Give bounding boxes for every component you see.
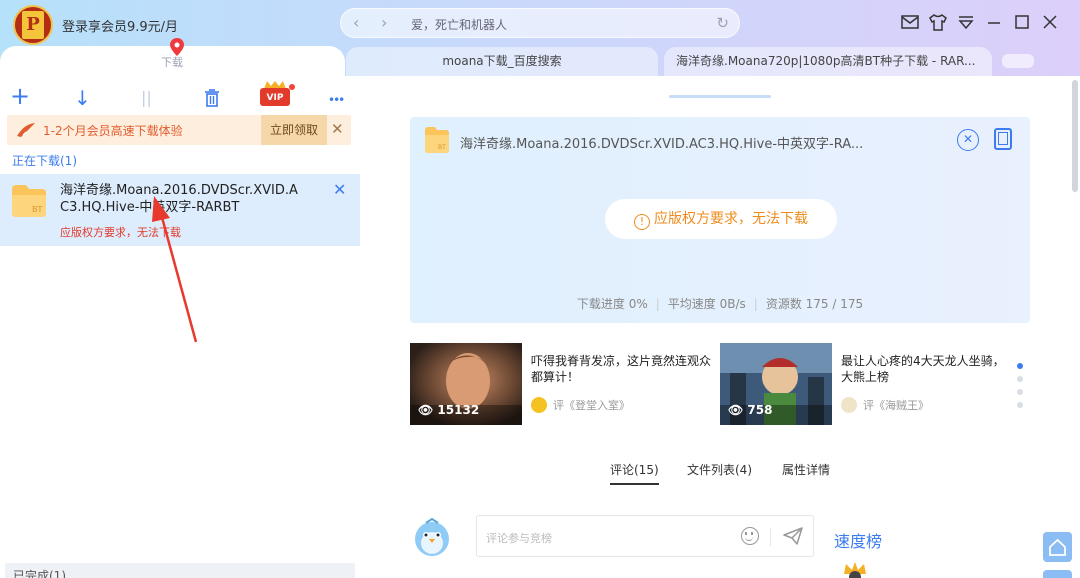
annotation-arrow-icon bbox=[152, 196, 198, 343]
resources-stat: 资源数 175 / 175 bbox=[765, 297, 864, 311]
new-tab-button[interactable] bbox=[1002, 54, 1034, 68]
close-window-icon[interactable] bbox=[1040, 12, 1060, 32]
speed-stat: 平均速度 0B/s bbox=[667, 297, 746, 311]
tab-download-label: 下载 bbox=[161, 56, 183, 69]
task-stats: 下载进度 0% | 平均速度 0B/s | 资源数 175 / 175 bbox=[576, 297, 864, 311]
vip-notification-dot bbox=[289, 84, 295, 90]
completed-section[interactable]: 已完成(1) bbox=[5, 563, 355, 578]
mail-icon[interactable] bbox=[900, 12, 920, 32]
source-avatar-icon bbox=[841, 397, 857, 413]
send-icon[interactable] bbox=[783, 527, 803, 545]
tab-moana-page[interactable]: 海洋奇缘.Moana720p|1080p高清BT种子下载 - RAR... bbox=[664, 47, 992, 76]
bt-file-icon: BT bbox=[12, 185, 46, 217]
download-icon[interactable]: ↓ bbox=[74, 86, 91, 110]
comment-placeholder: 评论参与竞榜 bbox=[486, 532, 552, 545]
eye-icon: 👁 bbox=[728, 403, 744, 417]
recommendation-title[interactable]: 最让人心疼的4大天龙人坐骑，大熊上榜 bbox=[841, 353, 1011, 385]
title-bar: P 登录享会员9.9元/月 ‹ › 爱，死亡和机器人 ↻ 下载 moana下载_… bbox=[0, 0, 1080, 76]
bird-avatar-icon bbox=[415, 517, 449, 556]
promo-close-icon[interactable]: ✕ bbox=[331, 120, 344, 138]
eye-icon: 👁 bbox=[418, 403, 434, 417]
carousel-dot[interactable] bbox=[1017, 363, 1023, 369]
back-icon[interactable]: ‹ bbox=[353, 13, 359, 32]
download-item-close-icon[interactable]: ✕ bbox=[333, 180, 346, 199]
panel-handle bbox=[669, 95, 771, 98]
carousel-dots bbox=[1017, 363, 1023, 415]
refresh-icon[interactable]: ↻ bbox=[716, 14, 729, 32]
tab-comments[interactable]: 评论(15) bbox=[610, 461, 659, 485]
skin-icon[interactable] bbox=[928, 12, 948, 32]
copyright-warning: ! 应版权方要求，无法下载 bbox=[605, 199, 837, 239]
recommendation-item[interactable]: 👁 758 最让人心疼的4大天龙人坐骑，大熊上榜 评《海贼王》 bbox=[720, 343, 1020, 425]
pause-icon[interactable]: || bbox=[141, 86, 152, 110]
location-pin-icon bbox=[170, 38, 184, 56]
vip-button[interactable]: VIP bbox=[260, 88, 290, 106]
avatar-logo: P bbox=[22, 11, 44, 39]
minimize-icon[interactable] bbox=[984, 12, 1004, 32]
task-close-icon[interactable]: ✕ bbox=[957, 129, 979, 151]
task-title: 海洋奇缘.Moana.2016.DVDScr.XVID.AC3.HQ.Hive-… bbox=[460, 137, 864, 152]
maximize-icon[interactable] bbox=[1012, 12, 1032, 32]
bt-file-icon: BT bbox=[425, 127, 449, 153]
crown-icon bbox=[844, 562, 866, 578]
side-action-button[interactable] bbox=[1043, 570, 1072, 578]
warning-icon: ! bbox=[634, 214, 650, 230]
promo-text: 1-2个月会员高速下载体验 bbox=[43, 124, 183, 138]
source-avatar-icon bbox=[531, 397, 547, 413]
tab-baidu-search[interactable]: moana下载_百度搜索 bbox=[346, 47, 658, 76]
more-icon[interactable]: ••• bbox=[328, 88, 345, 112]
completed-section-label: 已完成(1) bbox=[13, 569, 66, 578]
add-task-icon[interactable]: + bbox=[10, 84, 30, 108]
carousel-dot[interactable] bbox=[1017, 376, 1023, 382]
task-detail-card: BT 海洋奇缘.Moana.2016.DVDScr.XVID.AC3.HQ.Hi… bbox=[410, 117, 1030, 323]
downloading-section-label[interactable]: 正在下载(1) bbox=[12, 152, 77, 169]
progress-stat: 下载进度 0% bbox=[576, 297, 648, 311]
rocket-icon bbox=[17, 123, 35, 137]
recommendation-source[interactable]: 评《海贼王》 bbox=[841, 397, 929, 413]
login-promo-link[interactable]: 登录享会员9.9元/月 bbox=[62, 16, 178, 35]
address-text[interactable]: 爱，死亡和机器人 bbox=[411, 16, 507, 33]
user-avatar[interactable]: P bbox=[13, 5, 53, 45]
speed-rank-title[interactable]: 速度榜 bbox=[834, 528, 882, 552]
delete-icon[interactable] bbox=[204, 89, 220, 107]
forward-icon[interactable]: › bbox=[381, 13, 387, 32]
emoji-icon[interactable] bbox=[741, 527, 759, 545]
claim-button[interactable]: 立即领取 bbox=[261, 115, 327, 145]
device-screen bbox=[998, 132, 1008, 145]
svg-text:BT: BT bbox=[32, 205, 42, 214]
recommendation-source[interactable]: 评《登堂入室》 bbox=[531, 397, 630, 413]
recommendation-item[interactable]: 👁 15132 吓得我脊背发凉，这片竟然连观众都算计！ 评《登堂入室》 bbox=[410, 343, 718, 425]
tab-properties[interactable]: 属性详情 bbox=[782, 461, 830, 478]
scrollbar-thumb[interactable] bbox=[1072, 80, 1078, 192]
comment-input[interactable]: 评论参与竞榜 bbox=[476, 515, 814, 557]
tab-file-list[interactable]: 文件列表(4) bbox=[687, 461, 752, 478]
carousel-dot[interactable] bbox=[1017, 389, 1023, 395]
menu-dropdown-icon[interactable] bbox=[956, 12, 976, 32]
address-bar[interactable]: ‹ › 爱，死亡和机器人 ↻ bbox=[340, 8, 740, 38]
recommendation-title[interactable]: 吓得我脊背发凉，这片竟然连观众都算计！ bbox=[531, 353, 716, 385]
view-count: 👁 758 bbox=[728, 403, 773, 417]
svg-text:BT: BT bbox=[438, 144, 446, 151]
promo-banner: 1-2个月会员高速下载体验 立即领取 ✕ bbox=[7, 115, 351, 145]
comment-separator bbox=[770, 528, 771, 546]
detail-panel: BT 海洋奇缘.Moana.2016.DVDScr.XVID.AC3.HQ.Hi… bbox=[360, 76, 1080, 578]
device-icon[interactable] bbox=[994, 128, 1012, 150]
view-count: 👁 15132 bbox=[418, 403, 480, 417]
warning-text: 应版权方要求，无法下载 bbox=[654, 211, 808, 227]
home-icon[interactable] bbox=[1043, 532, 1072, 562]
carousel-dot[interactable] bbox=[1017, 402, 1023, 408]
